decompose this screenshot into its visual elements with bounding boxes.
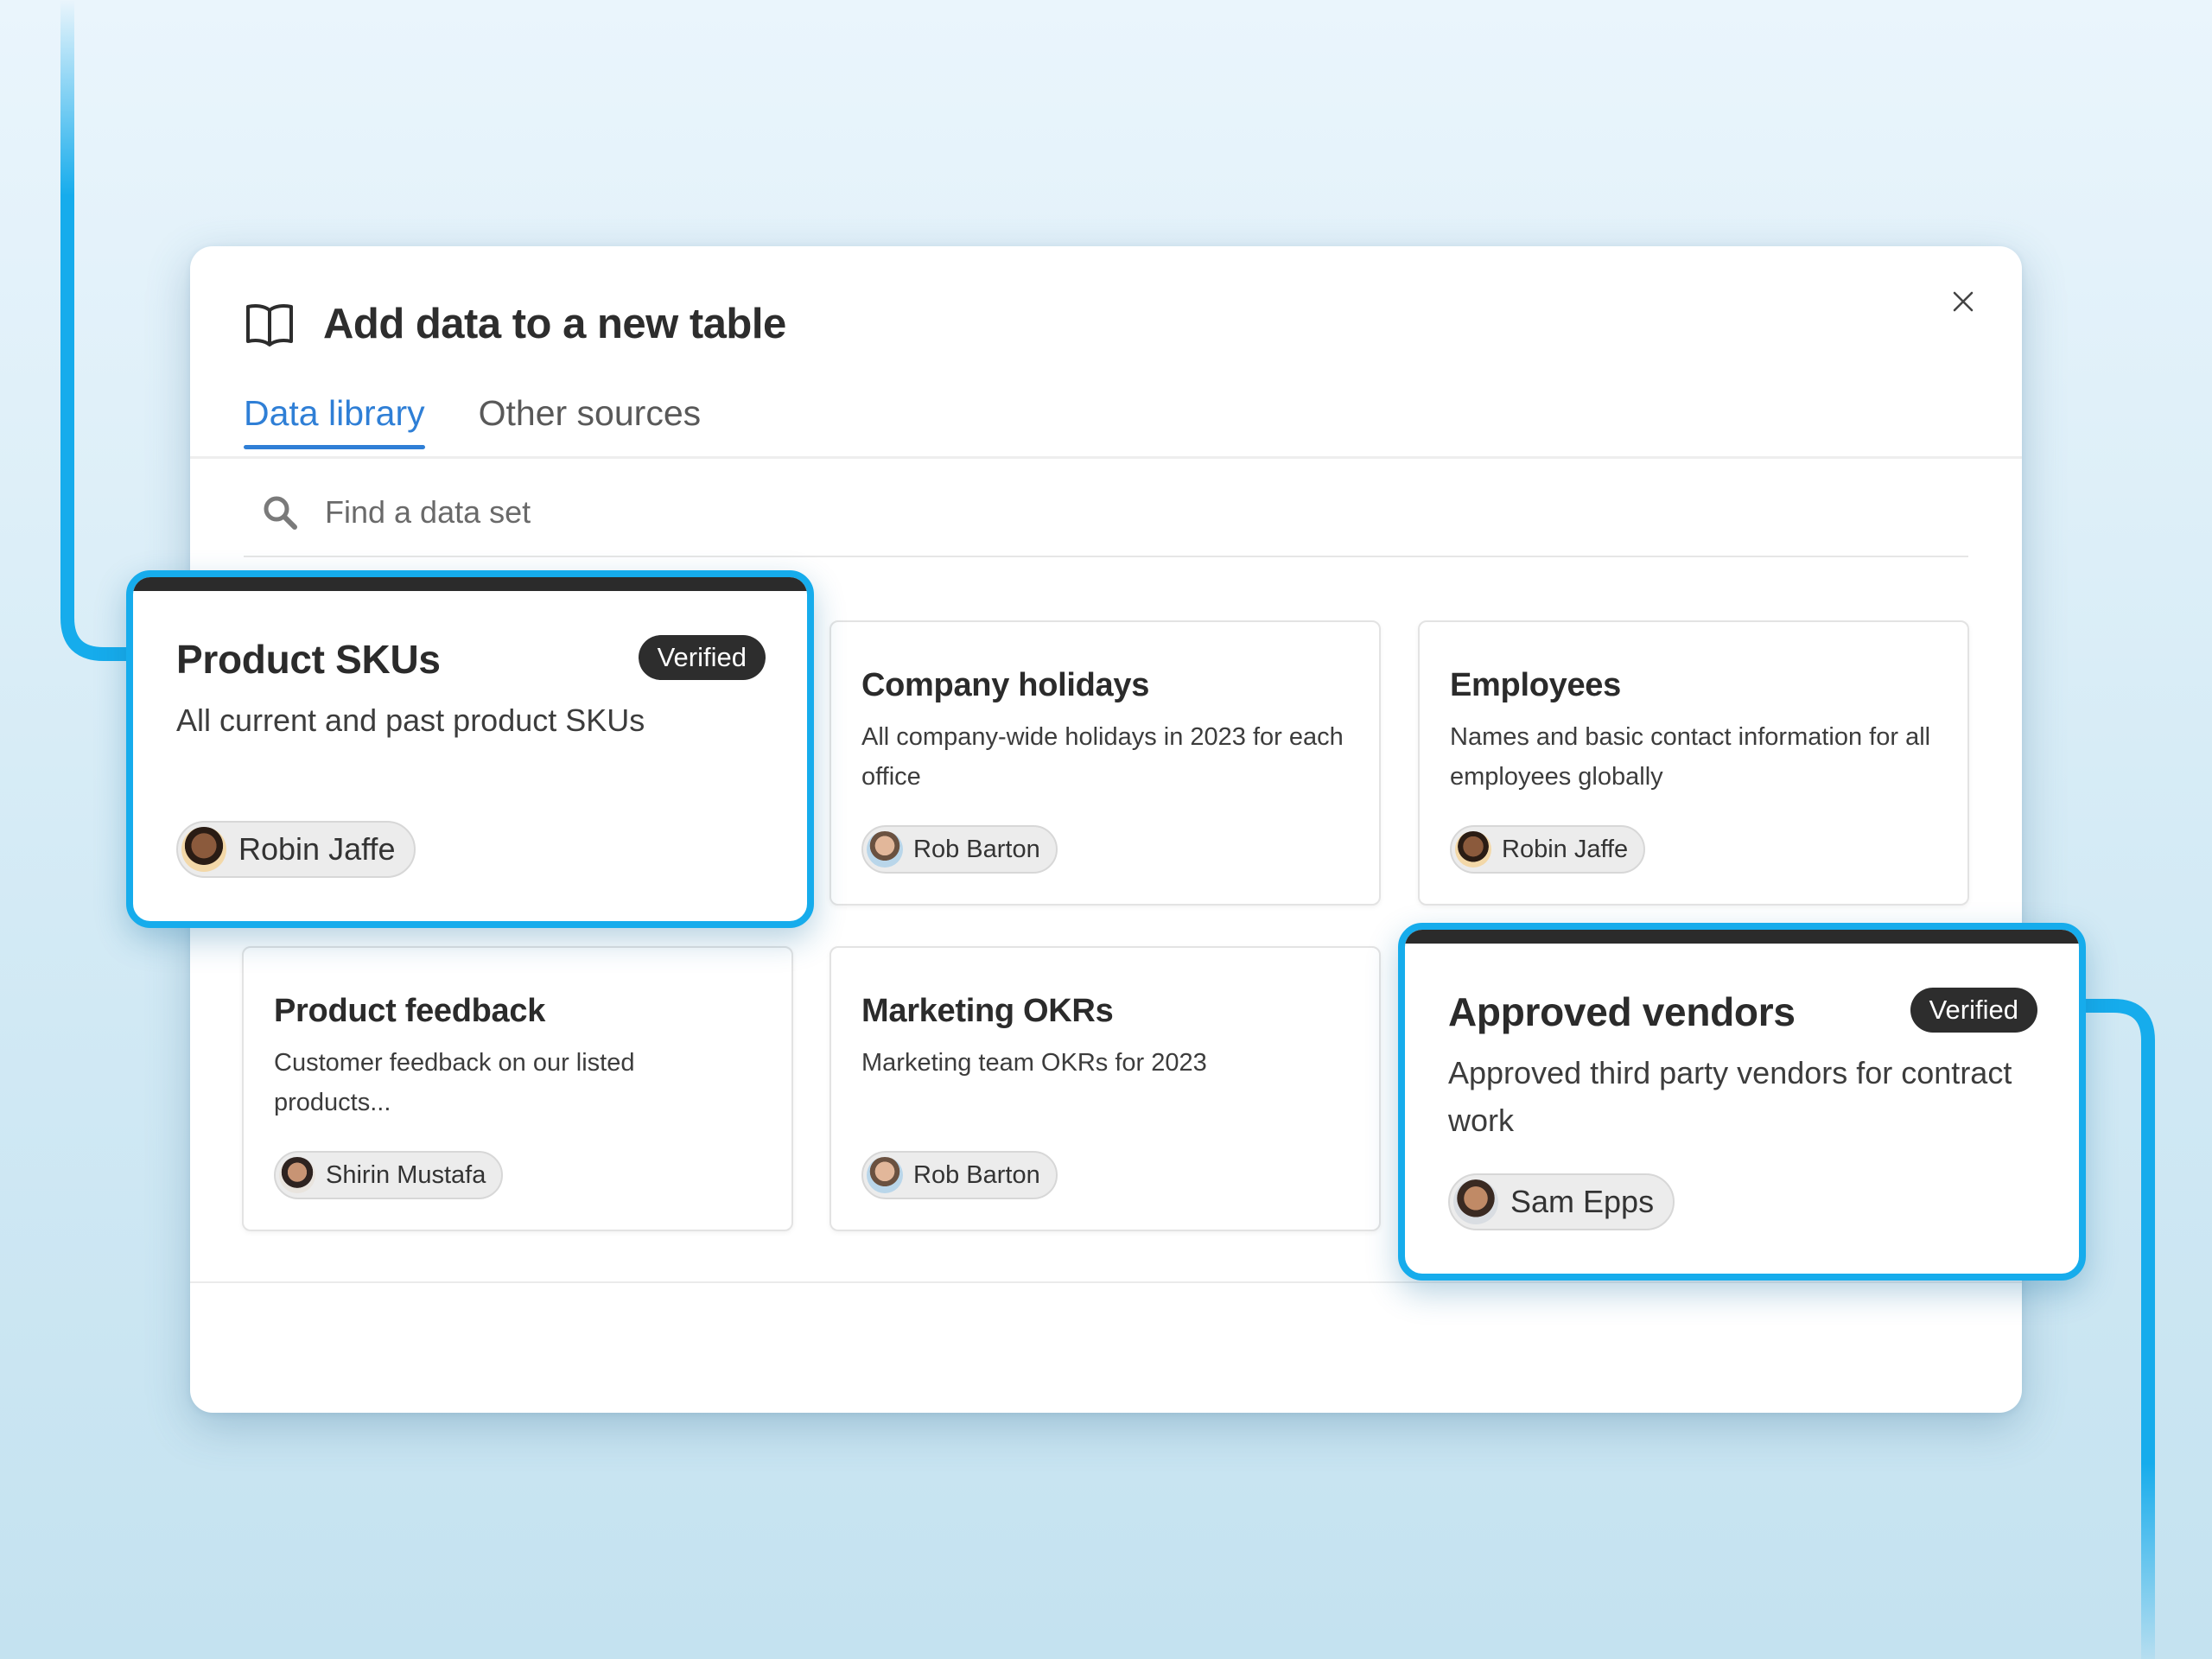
dataset-description: Names and basic contact information for … xyxy=(1450,717,1934,797)
owner-chip[interactable]: Rob Barton xyxy=(861,825,1058,874)
owner-name: Sam Epps xyxy=(1510,1184,1654,1220)
dataset-title: Company holidays xyxy=(861,667,1149,704)
avatar xyxy=(867,831,903,868)
tabs-divider xyxy=(190,456,2022,459)
book-open-icon xyxy=(244,300,296,348)
close-button[interactable] xyxy=(1939,279,1987,327)
dataset-description: Customer feedback on our listed products… xyxy=(274,1043,758,1122)
dataset-title: Approved vendors xyxy=(1448,988,1796,1035)
dataset-card-approved-vendors[interactable]: Approved vendors Verified Approved third… xyxy=(1398,923,2086,1281)
dataset-description: Marketing team OKRs for 2023 xyxy=(861,1043,1345,1083)
dataset-title: Product SKUs xyxy=(176,636,441,683)
owner-name: Rob Barton xyxy=(913,1161,1040,1190)
avatar xyxy=(279,1157,315,1193)
dialog-footer-divider xyxy=(190,1281,2022,1283)
dataset-card-product-skus[interactable]: Product SKUs Verified All current and pa… xyxy=(126,570,814,928)
dataset-card-marketing-okrs[interactable]: Marketing OKRs Marketing team OKRs for 2… xyxy=(830,946,1381,1231)
tab-other-sources[interactable]: Other sources xyxy=(479,393,702,449)
owner-chip[interactable]: Robin Jaffe xyxy=(176,821,416,878)
dialog-title: Add data to a new table xyxy=(323,300,786,348)
search-icon xyxy=(261,493,299,531)
owner-chip[interactable]: Sam Epps xyxy=(1448,1173,1675,1230)
owner-name: Robin Jaffe xyxy=(1502,836,1628,864)
owner-name: Robin Jaffe xyxy=(238,831,395,868)
search-input[interactable] xyxy=(323,493,1968,531)
dialog-header: Add data to a new table xyxy=(244,300,786,348)
search-bar xyxy=(244,469,1968,557)
dataset-description: Approved third party vendors for contrac… xyxy=(1448,1049,2036,1144)
owner-chip[interactable]: Robin Jaffe xyxy=(1450,825,1645,874)
owner-name: Rob Barton xyxy=(913,836,1040,864)
source-tabs: Data library Other sources xyxy=(244,393,754,449)
close-icon xyxy=(1952,290,1974,317)
avatar xyxy=(1453,1179,1498,1224)
owner-chip[interactable]: Rob Barton xyxy=(861,1151,1058,1199)
dataset-card-company-holidays[interactable]: Company holidays All company-wide holida… xyxy=(830,620,1381,906)
verified-badge: Verified xyxy=(639,635,766,680)
dataset-card-employees[interactable]: Employees Names and basic contact inform… xyxy=(1418,620,1969,906)
avatar xyxy=(1455,831,1491,868)
owner-chip[interactable]: Shirin Mustafa xyxy=(274,1151,503,1199)
dataset-title: Marketing OKRs xyxy=(861,993,1113,1030)
avatar xyxy=(181,827,226,872)
dataset-description: All company-wide holidays in 2023 for ea… xyxy=(861,717,1345,797)
dataset-card-product-feedback[interactable]: Product feedback Customer feedback on ou… xyxy=(242,946,793,1231)
avatar xyxy=(867,1157,903,1193)
dataset-title: Product feedback xyxy=(274,993,545,1030)
tab-data-library[interactable]: Data library xyxy=(244,393,425,449)
verified-badge: Verified xyxy=(1910,988,2037,1033)
dataset-description: All current and past product SKUs xyxy=(176,696,764,744)
dataset-title: Employees xyxy=(1450,667,1621,704)
owner-name: Shirin Mustafa xyxy=(326,1161,486,1190)
